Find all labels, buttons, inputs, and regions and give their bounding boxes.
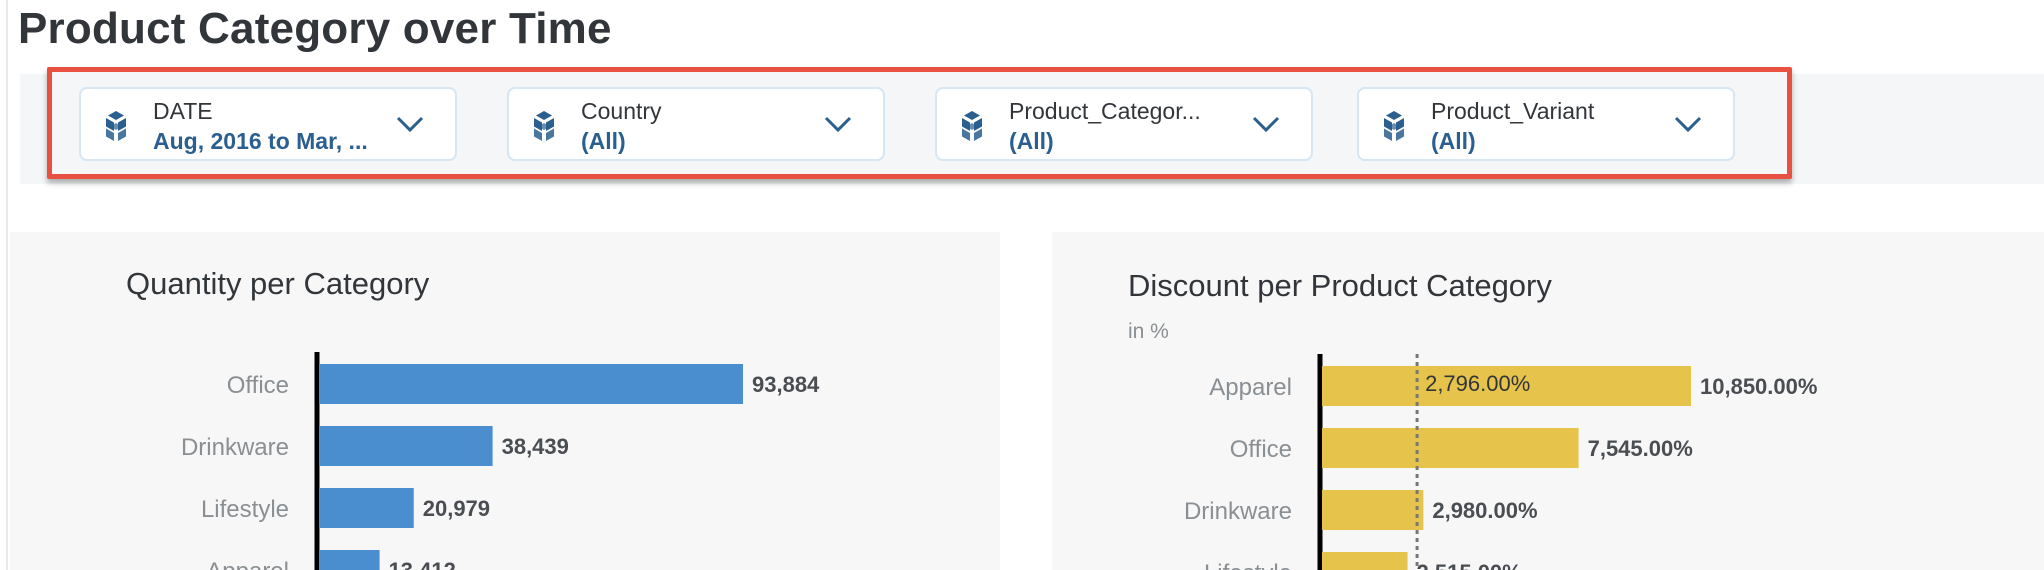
data-label: 13,412 [389,558,456,570]
bar [1322,552,1408,570]
filter-value: (All) [1009,128,1054,154]
data-label: 38,439 [502,434,569,459]
category-label: Lifestyle [201,496,289,523]
quantity-bar-chart: Office 93,884 Drinkware 38,439 Lifestyle 20,9… [181,352,820,570]
filter-product-variant[interactable]: Product_Variant (All) [1357,87,1735,161]
bar [1322,428,1579,468]
bar [319,426,493,466]
category-label: Drinkware [181,434,289,461]
filter-label: DATE [153,98,213,124]
data-label: 20,979 [423,496,490,521]
filter-label: Country [581,98,662,124]
dimension-cube-icon [106,111,126,141]
bar [319,488,414,528]
left-rule [6,0,8,570]
filter-product-category[interactable]: Product_Categor... (All) [935,87,1313,161]
category-label: Office [1230,436,1292,463]
bar [1322,490,1424,530]
dimension-cube-icon [962,111,982,141]
filter-date[interactable]: DATE Aug, 2016 to Mar, ... [79,87,457,161]
category-label: Lifestyle [1204,560,1292,570]
dimension-cube-icon [534,111,554,141]
filter-value: (All) [1431,128,1476,154]
bar [319,550,380,570]
filter-value: (All) [581,128,626,154]
data-label: 2,515.00% [1417,560,1522,570]
discount-chart-panel: Discount per Product Category in % Appar… [1052,232,2044,570]
filter-label: Product_Categor... [1009,98,1201,124]
category-label: Office [227,372,289,399]
data-label: 93,884 [752,372,820,397]
dimension-cube-icon [1384,111,1404,141]
chevron-down-icon[interactable] [823,113,853,135]
filter-value: Aug, 2016 to Mar, ... [153,128,368,154]
category-label: Apparel [206,558,289,570]
data-label: 2,980.00% [1432,498,1537,523]
chevron-down-icon[interactable] [395,113,425,135]
discount-bar-chart: Apparel 10,850.00% Office 7,545.00% Drinkwar… [1184,354,1817,570]
bar [319,364,743,404]
page-title: Product Category over Time [18,4,612,53]
category-label: Drinkware [1184,498,1292,525]
chevron-down-icon[interactable] [1673,113,1703,135]
filter-country[interactable]: Country (All) [507,87,885,161]
data-label: 10,850.00% [1700,374,1817,399]
chevron-down-icon[interactable] [1251,113,1281,135]
category-label: Apparel [1209,374,1292,401]
quantity-chart-panel: Quantity per Category Office 93,884 Drinkw… [10,232,1000,570]
reference-line-label: 2,796.00% [1425,371,1530,396]
data-label: 7,545.00% [1588,436,1693,461]
filter-label: Product_Variant [1431,98,1595,124]
